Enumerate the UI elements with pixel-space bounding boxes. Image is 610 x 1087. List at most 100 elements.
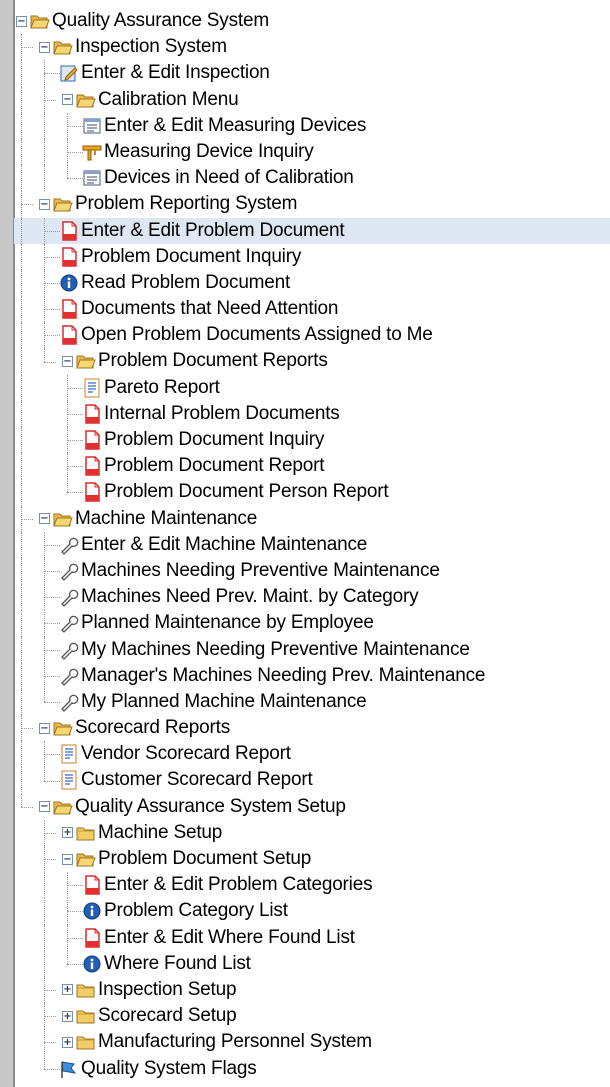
- tree-item[interactable]: Enter & Edit Inspection: [14, 60, 610, 87]
- tree-item[interactable]: Problem Document Inquiry: [14, 427, 610, 454]
- tree-item-label[interactable]: Machine Maintenance: [75, 506, 257, 532]
- tree-item[interactable]: Open Problem Documents Assigned to Me: [14, 322, 610, 349]
- tree-item[interactable]: − Inspection System: [14, 34, 610, 61]
- tree-item-label[interactable]: Customer Scorecard Report: [81, 767, 313, 793]
- tree-item-label[interactable]: Manufacturing Personnel System: [98, 1029, 372, 1055]
- tree-item-label[interactable]: Machines Needing Preventive Maintenance: [81, 558, 440, 584]
- tree-item-label[interactable]: Machine Setup: [98, 820, 222, 846]
- tree-item[interactable]: Problem Category List: [14, 898, 610, 925]
- tree-item[interactable]: − Quality Assurance System: [14, 8, 610, 34]
- tree-item[interactable]: + Machine Setup: [14, 819, 610, 846]
- tree-item-label[interactable]: Calibration Menu: [98, 87, 239, 113]
- tree-item[interactable]: Machines Needing Preventive Maintenance: [14, 557, 610, 585]
- tree-item[interactable]: − Problem Reporting System: [14, 191, 610, 218]
- tree-item-label[interactable]: Enter & Edit Where Found List: [104, 925, 355, 951]
- tree-item[interactable]: Customer Scorecard Report: [14, 767, 610, 794]
- collapse-toggle-icon[interactable]: −: [62, 853, 73, 865]
- tree-item[interactable]: Manager's Machines Needing Prev. Mainten…: [14, 662, 610, 689]
- tree-item[interactable]: Problem Document Report: [14, 453, 610, 480]
- tree-item[interactable]: My Planned Machine Maintenance: [14, 688, 610, 716]
- tree-item-label[interactable]: Problem Document Reports: [98, 348, 328, 374]
- tree-item-label[interactable]: Machines Need Prev. Maint. by Category: [81, 584, 419, 610]
- tree-item-label[interactable]: Problem Category List: [104, 898, 288, 924]
- tree-item-label[interactable]: Enter & Edit Machine Maintenance: [81, 532, 367, 558]
- tree-item-label[interactable]: Problem Document Setup: [98, 846, 311, 872]
- tree-item-label[interactable]: Read Problem Document: [81, 270, 290, 296]
- tree-item-label[interactable]: My Planned Machine Maintenance: [81, 689, 367, 715]
- tree-guide-line: [44, 348, 45, 362]
- tree-item-label[interactable]: Manager's Machines Needing Prev. Mainten…: [81, 663, 485, 689]
- tree-item[interactable]: Planned Maintenance by Employee: [14, 610, 610, 637]
- tree-item[interactable]: − Problem Document Setup: [14, 846, 610, 873]
- tree-item[interactable]: Enter & Edit Machine Maintenance: [14, 531, 610, 558]
- tree-item[interactable]: Enter & Edit Where Found List: [14, 924, 610, 951]
- tree-item-label[interactable]: Enter & Edit Measuring Devices: [104, 113, 366, 139]
- collapse-toggle-icon[interactable]: −: [39, 801, 50, 813]
- tree-item-label[interactable]: Scorecard Setup: [98, 1003, 237, 1029]
- tree-item[interactable]: My Machines Needing Preventive Maintenan…: [14, 636, 610, 663]
- collapse-toggle-icon[interactable]: −: [62, 94, 73, 106]
- tree-item[interactable]: Vendor Scorecard Report: [14, 741, 610, 768]
- tree-item[interactable]: Measuring Device Inquiry: [14, 138, 610, 166]
- folder-open-icon: [53, 718, 73, 738]
- tree-item[interactable]: − Machine Maintenance: [14, 505, 610, 532]
- collapse-toggle-icon[interactable]: −: [62, 355, 73, 367]
- tree-connector: [21, 204, 33, 206]
- tree-item-label[interactable]: Devices in Need of Calibration: [104, 165, 354, 191]
- tree-item-label[interactable]: Quality Assurance System Setup: [75, 794, 346, 820]
- expand-toggle-icon[interactable]: +: [62, 1036, 73, 1048]
- tree-item[interactable]: Enter & Edit Measuring Devices: [14, 112, 610, 139]
- tree-item[interactable]: Devices in Need of Calibration: [14, 165, 610, 192]
- collapse-toggle-icon[interactable]: −: [39, 722, 50, 734]
- tree-item[interactable]: Machines Need Prev. Maint. by Category: [14, 584, 610, 611]
- tree-item-label[interactable]: Quality System Flags: [81, 1056, 257, 1082]
- tree-item[interactable]: − Scorecard Reports: [14, 715, 610, 742]
- tree-item-label[interactable]: Inspection Setup: [98, 977, 237, 1003]
- tree-item-label[interactable]: Problem Document Inquiry: [81, 244, 301, 270]
- collapse-toggle-icon[interactable]: −: [16, 15, 27, 27]
- tree-item-label[interactable]: Enter & Edit Problem Document: [81, 218, 345, 244]
- tree-item[interactable]: Internal Problem Documents: [14, 400, 610, 427]
- tree-item-label[interactable]: Enter & Edit Problem Categories: [104, 872, 373, 898]
- tree-item-label[interactable]: Measuring Device Inquiry: [104, 139, 314, 165]
- collapse-toggle-icon[interactable]: −: [39, 513, 50, 525]
- tree-item-label[interactable]: My Machines Needing Preventive Maintenan…: [81, 637, 470, 663]
- folder-open-icon: [76, 351, 96, 371]
- collapse-toggle-icon[interactable]: −: [39, 198, 50, 210]
- tree-item-label[interactable]: Pareto Report: [104, 375, 220, 401]
- tree-item[interactable]: − Problem Document Reports: [14, 348, 610, 375]
- tree-item[interactable]: + Manufacturing Personnel System: [14, 1029, 610, 1056]
- tree-item[interactable]: Pareto Report: [14, 374, 610, 401]
- expand-toggle-icon[interactable]: +: [62, 827, 73, 839]
- tree-item-label[interactable]: Problem Document Inquiry: [104, 427, 324, 453]
- tree-item-label[interactable]: Inspection System: [75, 34, 227, 60]
- tree-item[interactable]: Documents that Need Attention: [14, 296, 610, 323]
- tree-item[interactable]: Quality System Flags: [14, 1055, 610, 1082]
- tree-item-label[interactable]: Where Found List: [104, 951, 251, 977]
- tree-item-label[interactable]: Vendor Scorecard Report: [81, 741, 291, 767]
- tree-item[interactable]: Problem Document Inquiry: [14, 243, 610, 270]
- tree-item[interactable]: − Calibration Menu: [14, 86, 610, 113]
- tree-item-label[interactable]: Open Problem Documents Assigned to Me: [81, 322, 433, 348]
- tree-item-label[interactable]: Scorecard Reports: [75, 715, 230, 741]
- tree-item-label[interactable]: Internal Problem Documents: [104, 401, 340, 427]
- tree-item[interactable]: Where Found List: [14, 950, 610, 977]
- tree-item[interactable]: Read Problem Document: [14, 269, 610, 297]
- tree-item-label[interactable]: Planned Maintenance by Employee: [81, 610, 374, 636]
- tree-item-label[interactable]: Documents that Need Attention: [81, 296, 338, 322]
- tree-item-label[interactable]: Problem Reporting System: [75, 191, 297, 217]
- tree-item[interactable]: + Scorecard Setup: [14, 1003, 610, 1030]
- tree-item-label[interactable]: Problem Document Person Report: [104, 479, 389, 505]
- tree-item-label[interactable]: Problem Document Report: [104, 453, 325, 479]
- tree-item[interactable]: Enter & Edit Problem Document: [14, 217, 610, 244]
- tree-item[interactable]: + Inspection Setup: [14, 976, 610, 1004]
- tree-item[interactable]: Enter & Edit Problem Categories: [14, 872, 610, 899]
- tree-item[interactable]: − Quality Assurance System Setup: [14, 793, 610, 820]
- expand-toggle-icon[interactable]: +: [62, 984, 73, 996]
- red-document-icon: [59, 299, 79, 319]
- collapse-toggle-icon[interactable]: −: [39, 41, 50, 53]
- tree-item[interactable]: Problem Document Person Report: [14, 479, 610, 506]
- tree-item-label[interactable]: Enter & Edit Inspection: [81, 60, 270, 86]
- tree-item-label[interactable]: Quality Assurance System: [52, 8, 269, 34]
- expand-toggle-icon[interactable]: +: [62, 1010, 73, 1022]
